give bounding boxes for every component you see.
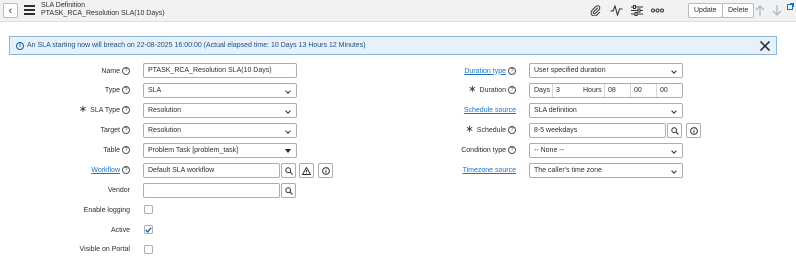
name-field[interactable]: PTASK_RCA_Resolution SLA(10 Days) <box>143 63 297 78</box>
back-icon: ‹ <box>8 4 13 17</box>
alert-text: An SLA starting now will breach on 22-08… <box>27 42 366 49</box>
enable-logging-label: Enable logging <box>83 206 130 214</box>
arrow-down-icon[interactable] <box>771 3 783 18</box>
table-label: Table? <box>40 143 130 157</box>
more-icon[interactable] <box>649 3 665 18</box>
help-icon[interactable]: ? <box>508 126 516 134</box>
vendor-field[interactable] <box>143 183 280 198</box>
duration-days-input[interactable]: 3 <box>552 84 580 97</box>
condition-type-label: Condition type? <box>420 143 516 157</box>
duration-type-select[interactable]: User specified duration <box>529 63 683 78</box>
workflow-link[interactable]: Workflow <box>91 167 120 174</box>
info-icon: i <box>16 41 24 50</box>
workflow-search-button[interactable] <box>281 163 296 178</box>
duration-minutes-input[interactable]: 00 <box>630 84 656 97</box>
schedule-source-label: Schedule source <box>420 103 516 117</box>
workflow-label: Workflow? <box>40 163 130 177</box>
timezone-source-select[interactable]: The caller's time zone <box>529 163 683 178</box>
workflow-info-button[interactable] <box>318 163 333 178</box>
workflow-field[interactable]: Default SLA workflow <box>143 163 280 178</box>
activity-icon[interactable] <box>608 3 624 18</box>
search-icon <box>284 186 293 195</box>
breach-alert: i An SLA starting now will breach on 22-… <box>9 36 777 55</box>
menu-icon[interactable] <box>24 5 35 15</box>
external-link-icon[interactable] <box>786 2 794 10</box>
page-title: SLA Definition <box>41 2 85 9</box>
help-icon[interactable]: ? <box>122 126 130 134</box>
type-label: Type? <box>40 83 130 97</box>
vendor-search-button[interactable] <box>281 183 296 198</box>
help-icon[interactable]: ? <box>122 106 130 114</box>
duration-seconds-input[interactable]: 00 <box>656 84 682 97</box>
required-icon: ∗ <box>465 124 474 135</box>
duration-type-link[interactable]: Duration type <box>464 68 506 75</box>
duration-label: ∗ Duration? <box>420 83 516 97</box>
target-select[interactable]: Resolution <box>143 123 297 138</box>
enable-logging-checkbox[interactable] <box>144 205 153 214</box>
visible-on-portal-label: Visible on Portal <box>79 245 130 253</box>
sla-type-select[interactable]: Resolution <box>143 103 297 118</box>
update-button[interactable]: Update <box>688 3 723 18</box>
form-header: ‹ SLA Definition PTASK_RCA_Resolution SL… <box>0 0 796 22</box>
vendor-label: Vendor <box>107 186 130 194</box>
arrow-up-icon[interactable] <box>754 3 766 18</box>
duration-days-label: Days <box>534 87 550 94</box>
settings-icon[interactable] <box>630 3 644 18</box>
delete-button[interactable]: Delete <box>722 3 755 18</box>
visible-on-portal-checkbox[interactable] <box>144 245 153 254</box>
info-circle-icon <box>321 166 330 175</box>
duration-type-label: Duration type? <box>420 64 516 78</box>
duration-hours-input[interactable]: 08 <box>604 84 630 97</box>
close-icon[interactable] <box>759 40 771 52</box>
table-select[interactable]: Problem Task [problem_task] <box>143 143 297 158</box>
help-icon[interactable]: ? <box>122 86 130 94</box>
search-icon <box>284 166 293 175</box>
active-checkbox[interactable] <box>144 225 153 234</box>
type-select[interactable]: SLA <box>143 83 297 98</box>
help-icon[interactable]: ? <box>508 67 516 75</box>
help-icon[interactable]: ? <box>122 146 130 154</box>
schedule-label: ∗ Schedule? <box>420 123 516 137</box>
record-name: PTASK_RCA_Resolution SLA(10 Days) <box>41 10 165 17</box>
name-label: Name? <box>40 64 130 78</box>
workflow-warning-button[interactable] <box>299 163 314 178</box>
checkmark-icon <box>145 226 152 233</box>
info-circle-icon <box>689 126 698 135</box>
help-icon[interactable]: ? <box>508 146 516 154</box>
timezone-source-link[interactable]: Timezone source <box>463 167 516 174</box>
required-icon: ∗ <box>468 84 477 95</box>
help-icon[interactable]: ? <box>508 86 516 94</box>
timezone-source-label: Timezone source <box>420 163 516 177</box>
schedule-info-button[interactable] <box>686 123 701 138</box>
search-icon <box>670 126 679 135</box>
back-button[interactable]: ‹ <box>3 3 18 18</box>
title-block: SLA Definition PTASK_RCA_Resolution SLA(… <box>41 2 165 18</box>
condition-type-select[interactable]: -- None -- <box>529 143 683 158</box>
help-icon[interactable]: ? <box>122 67 130 75</box>
duration-hours-label: Hours <box>583 87 602 94</box>
sla-type-label: ∗ SLA Type? <box>40 103 130 117</box>
target-label: Target? <box>40 123 130 137</box>
help-icon[interactable]: ? <box>122 166 130 174</box>
schedule-search-button[interactable] <box>667 123 682 138</box>
duration-field: Days 3 Hours 08 00 00 <box>529 83 683 98</box>
schedule-field[interactable]: 8-5 weekdays <box>529 123 666 138</box>
schedule-source-select[interactable]: SLA definition <box>529 103 683 118</box>
schedule-source-link[interactable]: Schedule source <box>464 107 516 114</box>
attachment-icon[interactable] <box>588 3 602 18</box>
warning-icon <box>302 166 311 175</box>
active-label: Active <box>110 226 130 234</box>
required-icon: ∗ <box>78 104 88 115</box>
